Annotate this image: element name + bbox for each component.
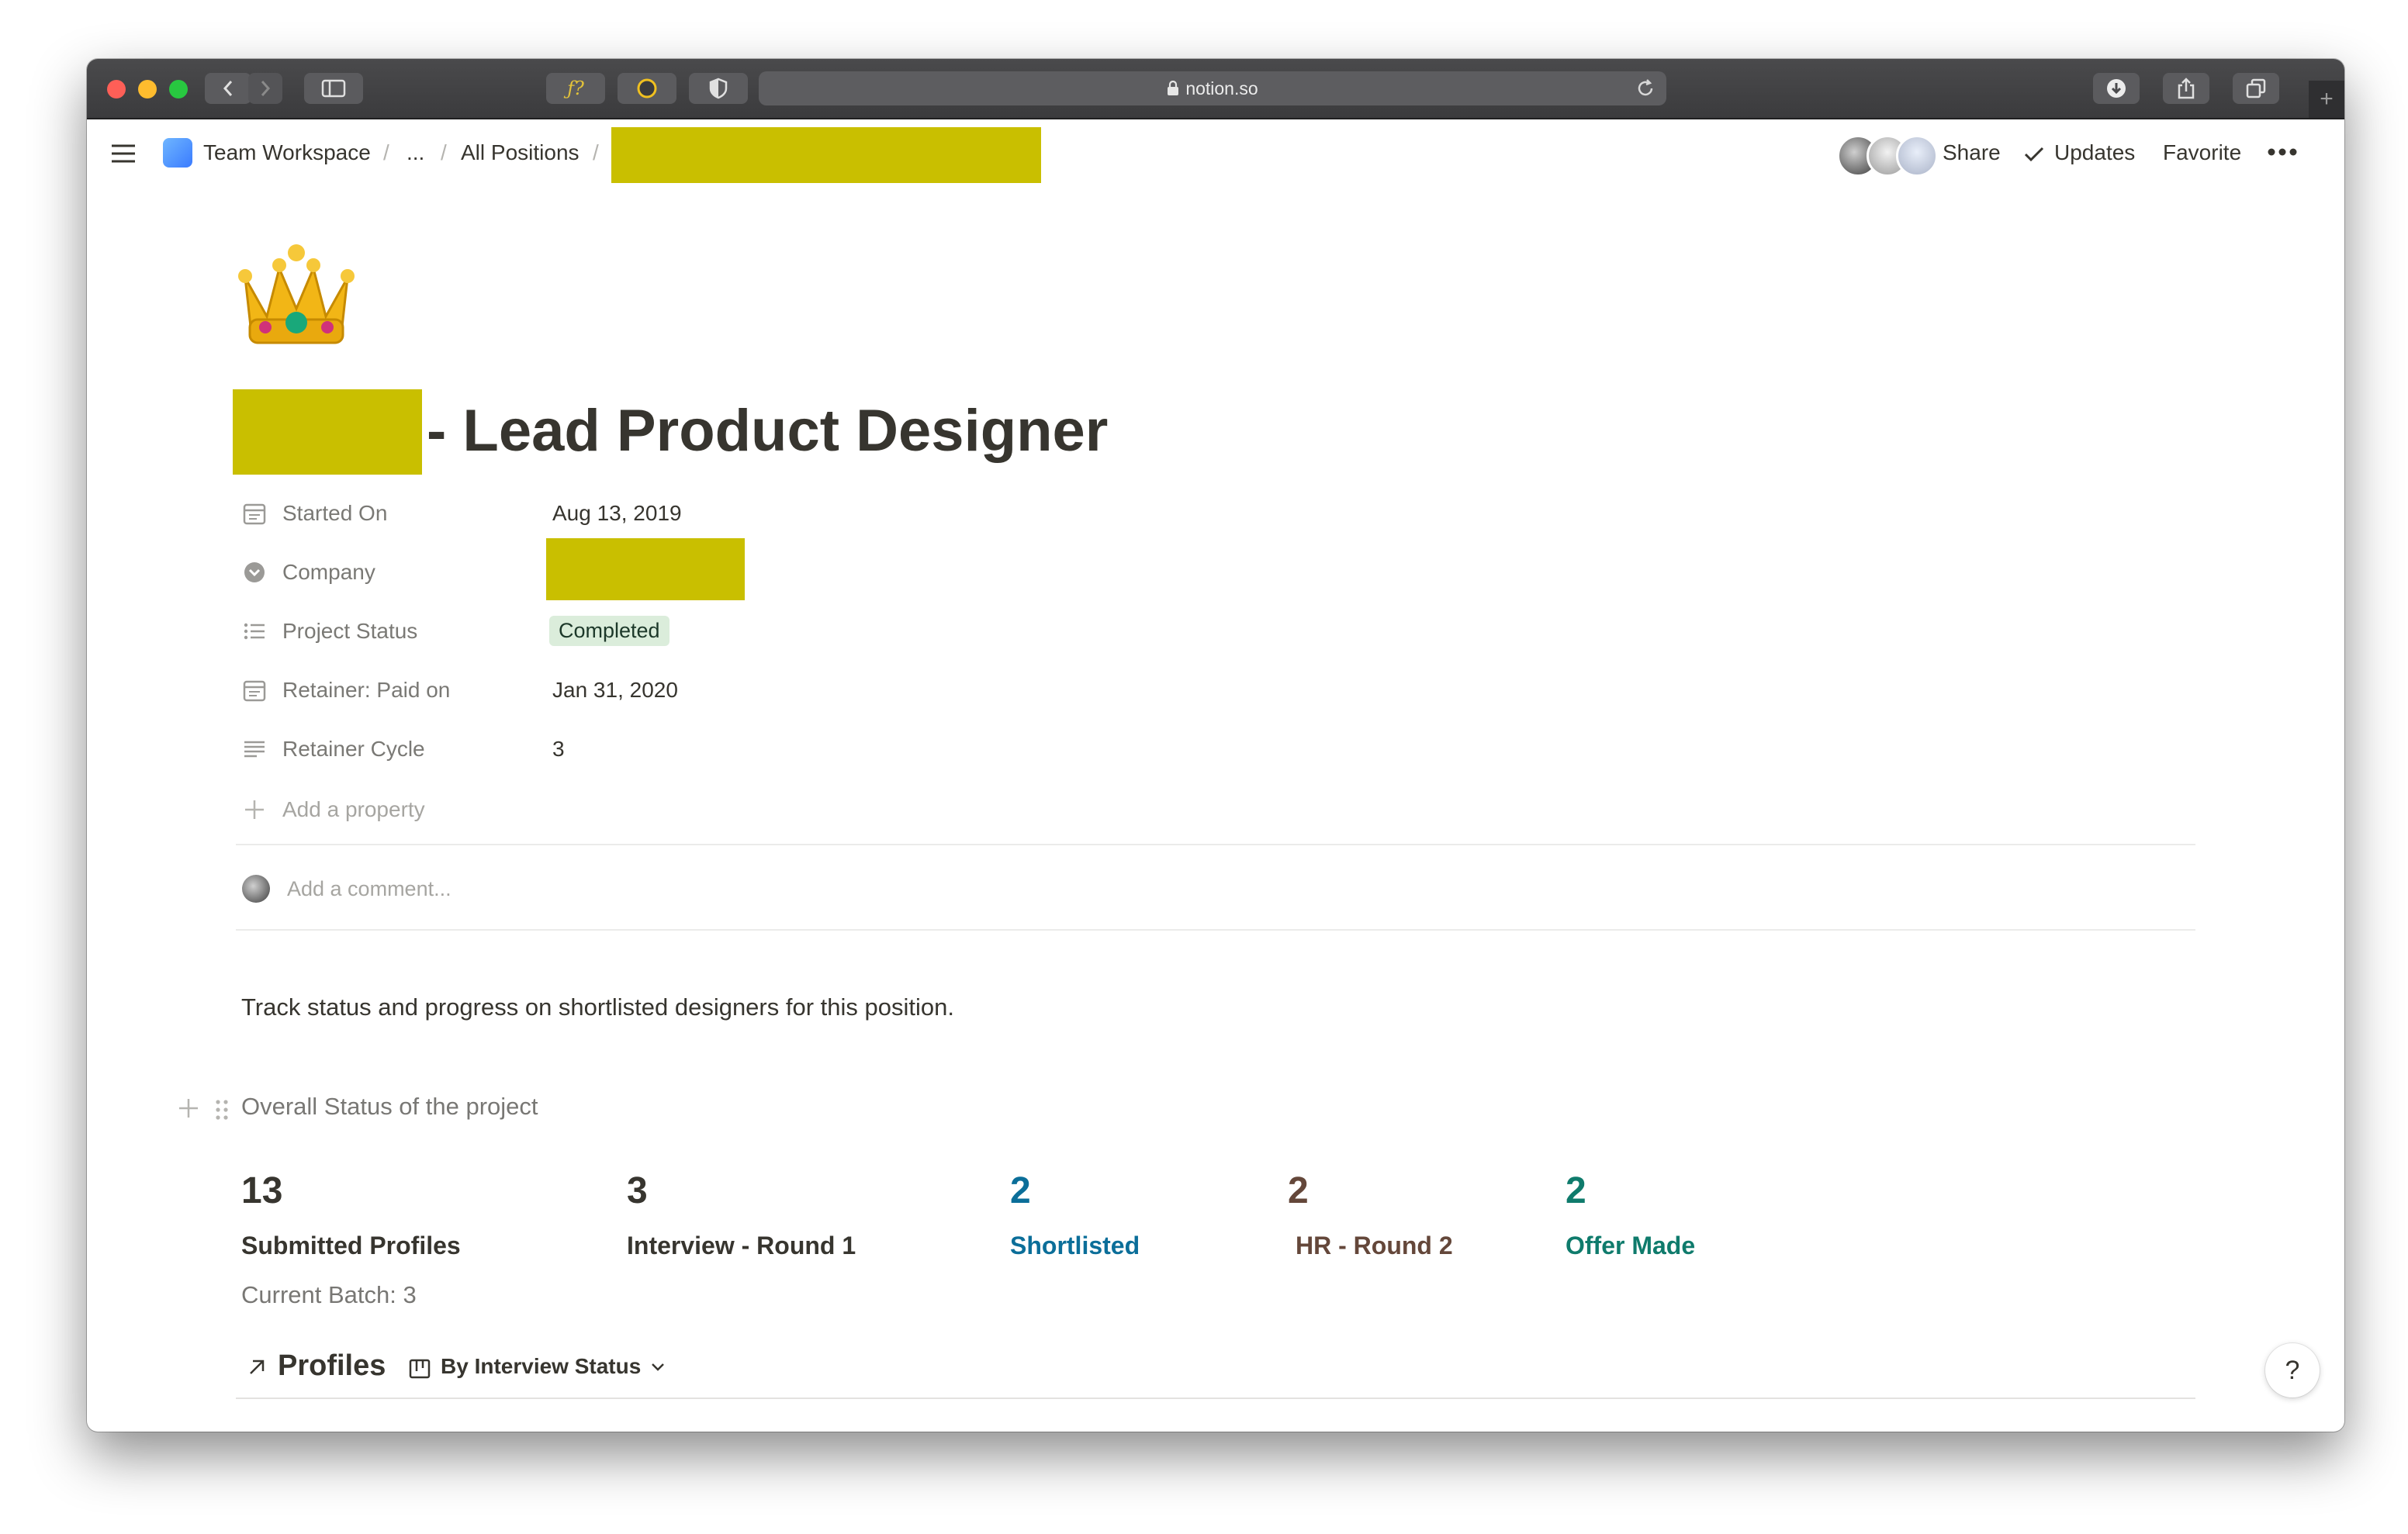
sidebar-toggle-button[interactable] xyxy=(304,73,363,104)
download-icon xyxy=(2107,79,2126,98)
avatar xyxy=(1896,135,1938,177)
minimize-window-button[interactable] xyxy=(138,80,157,98)
property-value[interactable]: Jan 31, 2020 xyxy=(552,678,678,703)
lock-icon xyxy=(1168,81,1179,95)
arrow-up-right-icon xyxy=(250,1360,265,1374)
circle-icon xyxy=(637,78,657,98)
share-sheet-button[interactable] xyxy=(2163,73,2209,104)
calendar-icon xyxy=(243,503,266,525)
property-project-status[interactable]: Project Status Completed xyxy=(242,613,785,651)
chevron-down-icon[interactable] xyxy=(650,1362,666,1373)
property-retainer-paid-on[interactable]: Retainer: Paid on Jan 31, 2020 xyxy=(242,672,785,710)
property-started-on[interactable]: Started On Aug 13, 2019 xyxy=(242,495,785,534)
stat-number: 13 xyxy=(241,1170,283,1211)
property-retainer-cycle[interactable]: Retainer Cycle 3 xyxy=(242,731,785,769)
page-title[interactable]: - Lead Product Designer xyxy=(427,397,1108,465)
breadcrumb-current-redacted[interactable] xyxy=(611,127,1041,183)
stat-label: HR - Round 2 xyxy=(1296,1232,1453,1259)
shield-icon xyxy=(709,78,728,99)
add-block-icon[interactable] xyxy=(177,1097,200,1120)
property-label: Retainer Cycle xyxy=(282,737,425,761)
stat-label: Offer Made xyxy=(1566,1232,1696,1259)
stat-number: 2 xyxy=(1010,1170,1031,1211)
comment-input[interactable]: Add a comment... xyxy=(287,877,452,901)
url-text: notion.so xyxy=(1185,78,1258,98)
property-label: Started On xyxy=(282,501,388,525)
divider xyxy=(236,929,2195,931)
plus-icon xyxy=(245,800,264,819)
reload-icon[interactable] xyxy=(1635,78,1656,98)
breadcrumb-workspace[interactable]: Team Workspace xyxy=(203,140,371,165)
database-title[interactable]: Profiles xyxy=(278,1349,386,1383)
divider xyxy=(236,1398,2195,1399)
breadcrumb-separator: / xyxy=(441,140,447,164)
workspace-icon xyxy=(163,138,192,168)
view-selector[interactable]: By Interview Status xyxy=(441,1354,641,1379)
help-label: ? xyxy=(2285,1355,2300,1385)
stat-label: Shortlisted xyxy=(1010,1232,1140,1259)
crown-icon[interactable] xyxy=(236,242,357,351)
chevron-right-icon xyxy=(261,81,271,96)
notion-topbar: Team Workspace / ... / All Positions / S… xyxy=(87,119,2344,189)
text-icon xyxy=(244,741,265,758)
tabs-overview-button[interactable] xyxy=(2233,73,2279,104)
company-value-redacted[interactable] xyxy=(546,538,745,600)
share-icon xyxy=(2178,78,2195,99)
browser-window: ƒ? notion.so + Team Workspace / ... / Al… xyxy=(87,59,2344,1432)
sidebar-icon xyxy=(321,79,346,98)
add-property-label: Add a property xyxy=(282,797,425,821)
extension-formula-button[interactable]: ƒ? xyxy=(546,73,605,104)
calendar-icon xyxy=(243,680,266,702)
checkmark-icon xyxy=(2024,147,2044,162)
stat-number: 2 xyxy=(1288,1170,1309,1211)
page-description[interactable]: Track status and progress on shortlisted… xyxy=(241,993,954,1021)
property-label: Company xyxy=(282,560,375,584)
property-label: Retainer: Paid on xyxy=(282,678,451,702)
zoom-window-button[interactable] xyxy=(169,80,188,98)
section-heading[interactable]: Overall Status of the project xyxy=(241,1093,538,1121)
close-window-button[interactable] xyxy=(107,80,126,98)
collaborator-avatars[interactable] xyxy=(1837,135,1938,177)
title-redacted[interactable] xyxy=(233,389,422,475)
current-batch: Current Batch: 3 xyxy=(241,1281,417,1308)
updates-button[interactable]: Updates xyxy=(2054,140,2135,165)
status-badge[interactable]: Completed xyxy=(549,616,669,646)
breadcrumb-ellipsis[interactable]: ... xyxy=(407,140,424,165)
tabs-icon xyxy=(2246,78,2266,98)
plus-icon: + xyxy=(2320,86,2334,112)
stat-number: 2 xyxy=(1566,1170,1586,1211)
new-tab-button[interactable]: + xyxy=(2309,81,2344,118)
forward-button[interactable] xyxy=(248,73,282,104)
list-icon xyxy=(244,623,265,640)
board-view-icon xyxy=(409,1359,431,1379)
stat-number: 3 xyxy=(627,1170,648,1211)
share-button[interactable]: Share xyxy=(1943,140,2001,165)
help-button[interactable]: ? xyxy=(2265,1343,2320,1398)
privacy-button[interactable] xyxy=(689,73,748,104)
property-company[interactable]: Company xyxy=(242,538,785,600)
stat-label: Interview - Round 1 xyxy=(627,1232,856,1259)
property-label: Project Status xyxy=(282,619,418,643)
drag-handle-icon[interactable] xyxy=(214,1098,230,1121)
add-property-button[interactable]: Add a property xyxy=(242,791,785,830)
breadcrumb-separator: / xyxy=(593,140,599,164)
chevron-left-icon xyxy=(223,81,233,96)
property-value[interactable]: 3 xyxy=(552,737,565,762)
more-options-icon[interactable] xyxy=(2267,147,2298,157)
avatar xyxy=(242,875,270,903)
divider xyxy=(236,844,2195,845)
breadcrumb-separator: / xyxy=(383,140,389,164)
relation-icon xyxy=(244,562,265,582)
formula-icon: ƒ? xyxy=(567,78,584,99)
property-value[interactable]: Aug 13, 2019 xyxy=(552,501,682,526)
breadcrumb-parent[interactable]: All Positions xyxy=(461,140,580,165)
back-button[interactable] xyxy=(205,73,251,104)
browser-toolbar: ƒ? notion.so + xyxy=(87,59,2344,119)
menu-icon[interactable] xyxy=(110,143,137,164)
address-bar[interactable]: notion.so xyxy=(759,71,1666,105)
extension-circle-button[interactable] xyxy=(618,73,676,104)
downloads-button[interactable] xyxy=(2093,73,2140,104)
stat-label: Submitted Profiles xyxy=(241,1232,461,1259)
favorite-button[interactable]: Favorite xyxy=(2163,140,2241,165)
